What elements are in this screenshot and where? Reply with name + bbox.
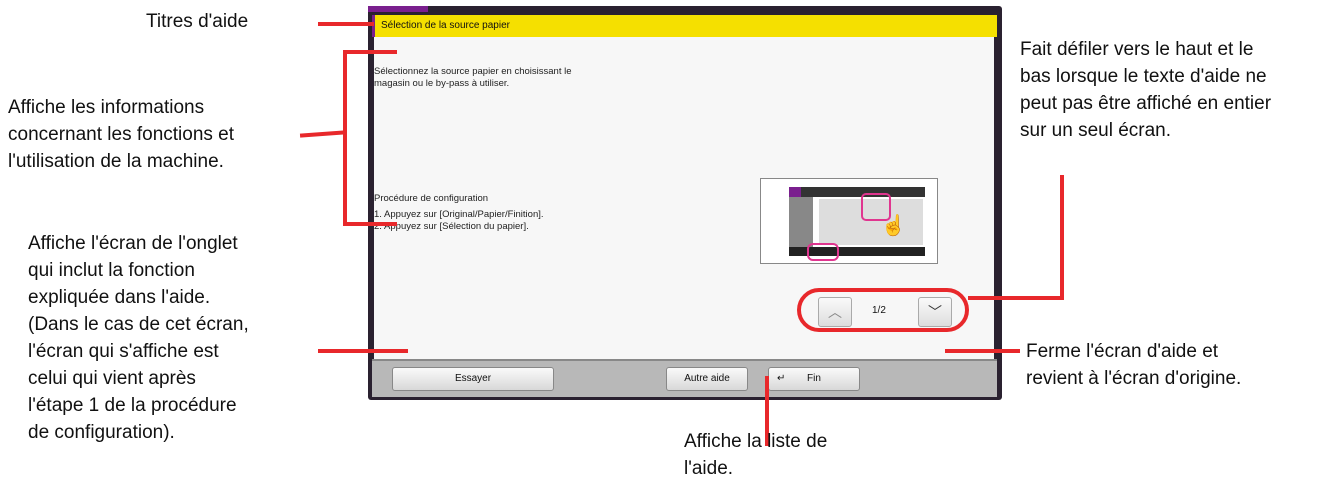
accent-bar bbox=[368, 6, 428, 12]
procedure: Procédure de configuration 1. Appuyez su… bbox=[374, 193, 544, 233]
callout-line-text: Affiche les informations bbox=[8, 97, 205, 118]
try-button[interactable]: Essayer bbox=[392, 367, 554, 391]
description-line: Sélectionnez la source papier en choisis… bbox=[374, 66, 572, 77]
callout-help-title: Titres d'aide bbox=[146, 11, 249, 32]
description-line: magasin ou le by-pass à utiliser. bbox=[374, 78, 510, 89]
thumb-accent bbox=[789, 187, 801, 197]
other-help-button[interactable]: Autre aide bbox=[666, 367, 748, 391]
callout-try: Affiche l'écran de l'onglet qui inclut l… bbox=[28, 230, 249, 446]
callout-line bbox=[318, 349, 408, 353]
callout-end: Ferme l'écran d'aide et revient à l'écra… bbox=[1026, 338, 1241, 392]
callout-line-text: Fait défiler vers le haut et le bbox=[1020, 39, 1254, 60]
thumb-tab-highlight bbox=[807, 243, 839, 261]
callout-line-text: de configuration). bbox=[28, 422, 175, 443]
callout-line-text: Ferme l'écran d'aide et bbox=[1026, 341, 1219, 362]
callout-line bbox=[343, 50, 397, 54]
thumb-header bbox=[789, 187, 925, 197]
callout-line-text: l'écran qui s'affiche est bbox=[28, 341, 219, 362]
help-title-bar: Sélection de la source papier bbox=[372, 15, 997, 37]
callout-line-text: l'étape 1 de la procédure bbox=[28, 395, 237, 416]
callout-line-text: l'utilisation de la machine. bbox=[8, 151, 224, 172]
screen-thumbnail: ☝ bbox=[760, 178, 938, 264]
callout-line bbox=[318, 22, 374, 26]
callout-scroll: Fait défiler vers le haut et le bas lors… bbox=[1020, 36, 1271, 144]
callout-line-text: revient à l'écran d'origine. bbox=[1026, 368, 1242, 389]
procedure-heading: Procédure de configuration bbox=[374, 193, 489, 204]
callout-line bbox=[343, 222, 397, 226]
callout-line bbox=[945, 349, 1020, 353]
callout-line bbox=[968, 296, 1064, 300]
description: Sélectionnez la source papier en choisis… bbox=[374, 66, 572, 90]
return-icon: ↵ bbox=[777, 373, 786, 384]
callout-line-text: bas lorsque le texte d'aide ne bbox=[1020, 66, 1267, 87]
end-label: Fin bbox=[807, 373, 821, 384]
callout-other-help: Affiche la liste de l'aide. bbox=[684, 428, 827, 482]
end-button[interactable]: ↵ Fin bbox=[768, 367, 860, 391]
callout-line-text: peut pas être affiché en entier bbox=[1020, 93, 1272, 114]
callout-line-text: concernant les fonctions et bbox=[8, 124, 235, 145]
scroll-highlight bbox=[797, 288, 969, 332]
callout-line-text: sur un seul écran. bbox=[1020, 120, 1172, 141]
callout-line bbox=[299, 130, 346, 138]
callout-line-text: Affiche la liste de bbox=[684, 431, 828, 452]
callout-line-text: Affiche l'écran de l'onglet bbox=[28, 233, 238, 254]
callout-line-text: l'aide. bbox=[684, 458, 734, 479]
hand-pointer-icon: ☝ bbox=[881, 215, 906, 237]
callout-line bbox=[1060, 175, 1064, 300]
callout-bracket bbox=[343, 50, 347, 226]
callout-info: Affiche les informations concernant les … bbox=[8, 94, 234, 175]
procedure-step: 1. Appuyez sur [Original/Papier/Finition… bbox=[374, 209, 544, 220]
procedure-step: 2. Appuyez sur [Sélection du papier]. bbox=[374, 221, 529, 232]
callout-line-text: (Dans le cas de cet écran, bbox=[28, 314, 249, 335]
callout-line-text: qui inclut la fonction bbox=[28, 260, 195, 281]
callout-line-text: celui qui vient après bbox=[28, 368, 196, 389]
callout-line-text: expliquée dans l'aide. bbox=[28, 287, 211, 308]
